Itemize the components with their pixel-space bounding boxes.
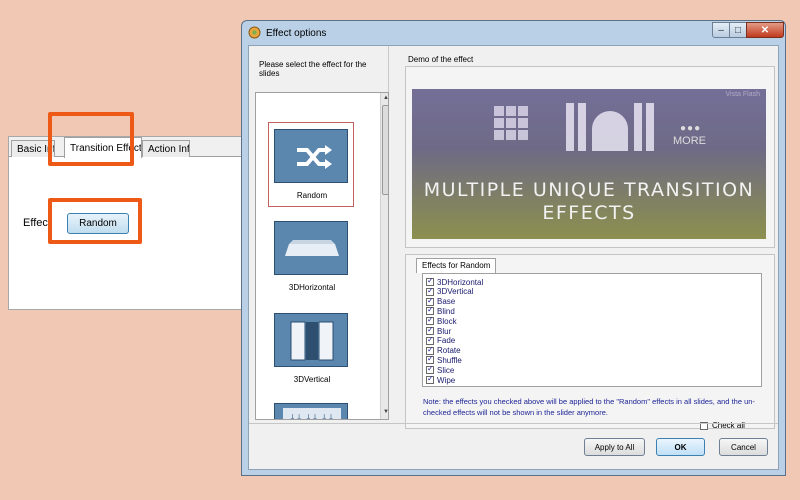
tab-effects-for-random[interactable]: Effects for Random (416, 258, 497, 273)
effect-item-label: Random (296, 191, 328, 200)
highlight-box-button (48, 198, 142, 244)
effect-checkbox-label: Base (437, 297, 456, 307)
checkbox[interactable] (426, 354, 434, 365)
effect-item-label: 3DHorizontal (288, 283, 336, 292)
window-title: Effect options (266, 28, 327, 39)
effect-thumbnail (274, 313, 348, 367)
checkbox[interactable] (426, 374, 434, 384)
checkbox[interactable] (426, 364, 434, 375)
3d-vertical-icon (290, 321, 334, 361)
effect-checkbox-label: Fade (437, 336, 456, 346)
effects-checklist[interactable]: 3DHorizontal3DVerticalBaseBlindBlockBlur… (422, 273, 762, 387)
maximize-button[interactable]: □ (729, 22, 747, 38)
arrows-grid-icon: ↓↓ ↓↓ ↓↓ ↑↑ ↑↑ ↑↑ (283, 408, 341, 420)
tile-grid-graphic (494, 106, 552, 148)
checkbox[interactable] (426, 296, 434, 306)
close-button[interactable]: ✕ (746, 22, 784, 38)
effect-list[interactable]: Random 3DHorizontal 3DVertical ↓↓ ↓↓ ↓↓ … (255, 92, 389, 420)
effect-checkbox-label: 3DVertical (437, 287, 474, 297)
checkbox[interactable] (426, 315, 434, 326)
effect-label: Effect (23, 217, 51, 229)
checkbox[interactable] (426, 325, 434, 335)
effect-thumbnail (274, 129, 348, 183)
demo-panel: Vista Flash ●●● MORE MULTIPLE UNIQUE TRA… (405, 66, 775, 248)
scroll-down-arrow-icon[interactable]: ▼ (381, 407, 388, 417)
effect-checkbox-label: Blur (437, 326, 452, 336)
demo-label: Demo of the effect (408, 55, 474, 64)
effects-note: Note: the effects you checked above will… (423, 397, 755, 417)
footer-separator (249, 423, 778, 424)
scroll-up-arrow-icon[interactable]: ▲ (381, 93, 388, 103)
title-bar[interactable]: Effect options – □ ✕ (242, 21, 785, 45)
effect-checkbox-label: Wipe (437, 375, 456, 385)
close-icon: ✕ (760, 24, 770, 36)
hill-graphic (566, 103, 654, 151)
3d-horizontal-icon (285, 240, 339, 256)
minimize-button[interactable]: – (712, 22, 730, 38)
effect-thumbnail (274, 221, 348, 275)
effect-checkbox-row[interactable]: 3DHorizontal (426, 276, 484, 287)
demo-watermark: Vista Flash (725, 91, 761, 98)
effect-selector-pane: Please select the effect for the slides … (249, 46, 389, 420)
cancel-button[interactable]: Cancel (719, 438, 768, 456)
effect-list-scrollbar[interactable]: ▲ ▼ (380, 93, 388, 419)
effect-options-window: Effect options – □ ✕ Please select the e… (241, 20, 786, 476)
effect-checkbox-label: Shuffle (437, 355, 462, 365)
effect-checkbox-label: 3DHorizontal (437, 277, 484, 287)
effect-item-label: 3DVertical (293, 375, 331, 384)
demo-headline: MULTIPLE UNIQUE TRANSITION EFFECTS (412, 179, 766, 225)
checkbox[interactable] (426, 286, 434, 296)
effect-checkbox-label: Rotate (437, 346, 461, 356)
checkbox[interactable] (426, 276, 434, 286)
checkbox[interactable] (426, 345, 434, 355)
ok-button[interactable]: OK (656, 438, 705, 456)
shuffle-icon (297, 145, 332, 169)
checkbox[interactable] (426, 335, 434, 345)
more-dots-icon: ●●● (680, 123, 702, 134)
effect-checkbox-row[interactable]: Wipe (426, 374, 456, 385)
tab-action-info[interactable]: Action Info (142, 140, 190, 157)
apply-to-all-button[interactable]: Apply to All (584, 438, 645, 456)
demo-headline-line1: MULTIPLE UNIQUE TRANSITION (423, 179, 755, 201)
effect-thumbnail: ↓↓ ↓↓ ↓↓ ↑↑ ↑↑ ↑↑ (274, 403, 348, 420)
checkbox[interactable] (426, 305, 434, 316)
minimize-icon: – (718, 24, 724, 36)
scrollbar-thumb[interactable] (382, 105, 388, 195)
demo-headline-line2: EFFECTS (542, 202, 636, 224)
maximize-icon: □ (734, 24, 742, 36)
svg-text:↓↓ ↓↓ ↓↓: ↓↓ ↓↓ ↓↓ (289, 413, 334, 420)
highlight-box-tab (48, 112, 134, 166)
effect-checkbox-label: Slice (437, 365, 455, 375)
window-client-area: Please select the effect for the slides … (248, 45, 779, 470)
app-icon (248, 26, 261, 39)
effect-checkbox-label: Blind (437, 306, 455, 316)
demo-more-label: MORE (673, 135, 706, 147)
effect-checkbox-label: Block (437, 316, 457, 326)
demo-preview: Vista Flash ●●● MORE MULTIPLE UNIQUE TRA… (412, 89, 766, 239)
effects-group: Effects for Random 3DHorizontal3DVertica… (405, 254, 775, 430)
effect-selector-label: Please select the effect for the slides (259, 60, 367, 78)
